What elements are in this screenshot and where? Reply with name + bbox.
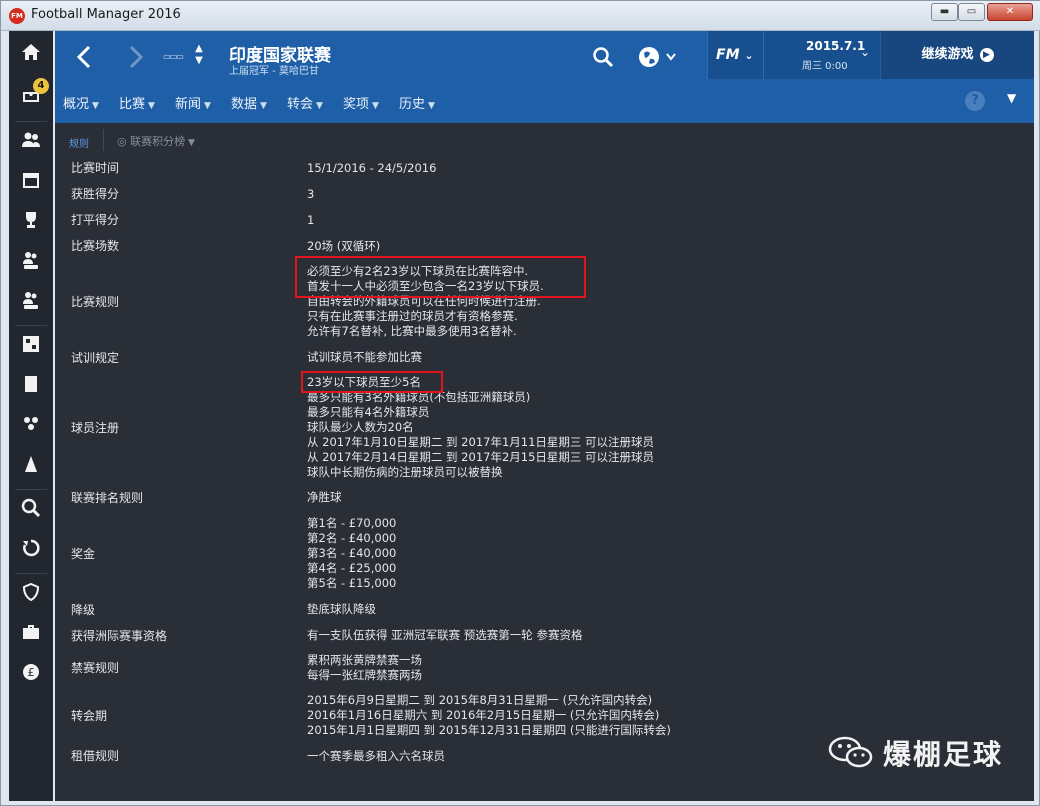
rule-label: 比赛时间: [71, 161, 120, 175]
current-day-time: 周三 0:00: [802, 61, 848, 72]
rule-value: 试训球员不能参加比赛: [307, 350, 422, 364]
globe-icon[interactable]: [637, 43, 681, 71]
rule-value: 3: [307, 187, 315, 201]
chevron-down-icon: ▼: [372, 101, 379, 111]
continue-label: 继续游戏: [921, 47, 974, 62]
rule-label: 降级: [71, 603, 96, 617]
home-icon[interactable]: [9, 33, 53, 71]
sidebar: 4 £: [9, 31, 53, 801]
u18-squad-icon[interactable]: [9, 281, 53, 319]
eye-icon: ◎: [117, 135, 131, 148]
rule-label: 禁赛规则: [71, 661, 120, 675]
menu-stats[interactable]: 数据 ▼: [231, 93, 267, 112]
chevron-down-icon: ▼: [428, 101, 435, 111]
menu-history[interactable]: 历史 ▼: [399, 93, 435, 112]
search-icon[interactable]: [9, 489, 53, 527]
league-switch-icon[interactable]: ▲ ▼: [193, 43, 205, 71]
staff-icon[interactable]: [9, 405, 53, 443]
rule-value: 第1名 - £70,000 第2名 - £40,000 第3名 - £40,00…: [307, 516, 397, 590]
maximize-button[interactable]: ▭: [958, 3, 985, 21]
rule-value: 一个赛季最多租入六名球员: [307, 749, 445, 763]
watermark: 爆棚足球: [827, 729, 1027, 777]
trophy-icon[interactable]: [9, 201, 53, 239]
rule-label: 转会期: [71, 709, 108, 723]
league-logo-icon: ▭▭▭: [163, 52, 184, 61]
chevron-down-icon: ▼: [185, 138, 195, 148]
rule-label: 获胜得分: [71, 187, 120, 201]
title-bar: FM Football Manager 2016 ▬ ▭ ✕: [1, 1, 1040, 31]
rules-panel: 规则 ◎ 联赛积分榜 ▼ 比赛时间 15/1/2016 - 24/5/2016 …: [55, 123, 1034, 801]
rule-label: 打平得分: [71, 213, 120, 227]
rule-label: 奖金: [71, 547, 96, 561]
menu-transfers[interactable]: 转会 ▼: [287, 93, 323, 112]
arrow-right-icon: ▶: [979, 47, 994, 62]
rule-label: 球员注册: [71, 421, 120, 435]
rule-label: 获得洲际赛事资格: [71, 629, 168, 643]
calendar-icon[interactable]: [9, 161, 53, 199]
rule-label: 租借规则: [71, 749, 120, 763]
rule-value: 15/1/2016 - 24/5/2016: [307, 161, 437, 175]
finance-icon[interactable]: £: [9, 653, 53, 691]
rule-value: 垫底球队降级: [307, 602, 376, 616]
page-subtitle[interactable]: 上届冠军 - 莫哈巴甘: [229, 62, 319, 77]
rule-value: 累积两张黄牌禁赛一场 每得一张红牌禁赛两场: [307, 653, 422, 682]
chevron-down-icon: ⌄: [744, 49, 754, 62]
chevron-down-icon: ▼: [260, 101, 267, 111]
chevron-down-icon: ▼: [204, 101, 211, 111]
chevron-down-icon: ⌄: [860, 45, 871, 59]
main-menu: 概况 ▼ 比赛 ▼ 新闻 ▼ 数据 ▼ 转会 ▼ 奖项 ▼ 历史 ▼ ? ▼: [55, 85, 1034, 117]
menu-overview[interactable]: 概况 ▼: [63, 93, 99, 112]
transfer-icon[interactable]: [9, 529, 53, 567]
rule-value: 20场 (双循环): [307, 239, 381, 253]
highlight-box: [295, 256, 586, 298]
briefcase-icon[interactable]: [9, 613, 53, 651]
u21-squad-icon[interactable]: [9, 241, 53, 279]
tab-rules[interactable]: 规则: [69, 135, 89, 150]
window-title: Football Manager 2016: [31, 7, 181, 22]
rule-value: 1: [307, 213, 315, 227]
app-icon: FM: [9, 8, 25, 24]
rule-label: 比赛场数: [71, 239, 120, 253]
back-arrow-icon[interactable]: [73, 43, 97, 71]
menu-news[interactable]: 新闻 ▼: [175, 93, 211, 112]
training-icon[interactable]: [9, 445, 53, 483]
squad-icon[interactable]: [9, 121, 53, 159]
rule-label: 联赛排名规则: [71, 491, 144, 505]
rule-value: 2015年6月9日星期二 到 2015年8月31日星期一 (只允许国内转会) 2…: [307, 693, 671, 737]
search-icon[interactable]: [591, 45, 615, 69]
subtab-divider: [103, 129, 104, 151]
chevron-down-icon: ▼: [92, 101, 99, 111]
app-window: FM Football Manager 2016 ▬ ▭ ✕ 4 £ ▭▭▭ ▲…: [0, 0, 1040, 806]
chevron-down-icon: ▼: [316, 101, 323, 111]
svg-text:£: £: [28, 666, 35, 679]
chevron-down-icon[interactable]: ▼: [1007, 91, 1016, 105]
watermark-text: 爆棚足球: [883, 738, 1004, 771]
date-display[interactable]: 2015.7.1 周三 0:00 ⌄: [763, 31, 880, 79]
rule-label: 试训规定: [71, 351, 120, 365]
rule-value: 有一支队伍获得 亚洲冠军联赛 预选赛第一轮 参赛资格: [307, 628, 583, 642]
tactics-icon[interactable]: [9, 325, 53, 363]
tab-league-table[interactable]: ◎ 联赛积分榜 ▼: [117, 133, 195, 149]
rule-label: 比赛规则: [71, 295, 120, 309]
inbox-badge: 4: [33, 78, 49, 94]
current-date: 2015.7.1: [806, 39, 866, 53]
subtab-bar: 规则 ◎ 联赛积分榜 ▼: [55, 123, 1034, 157]
header: ▭▭▭ ▲ ▼ 印度国家联赛 上届冠军 - 莫哈巴甘 FM ⌄ 2015.7.1 …: [55, 31, 1034, 123]
continue-button[interactable]: 继续游戏 ▶: [881, 31, 1034, 79]
menu-matches[interactable]: 比赛 ▼: [119, 93, 155, 112]
forward-arrow-icon[interactable]: [123, 43, 147, 71]
rule-value: 净胜球: [307, 490, 342, 504]
highlight-box: [301, 371, 443, 393]
chevron-down-icon: ▼: [148, 101, 155, 111]
help-icon[interactable]: ?: [965, 91, 985, 111]
club-shield-icon[interactable]: [9, 573, 53, 611]
close-button[interactable]: ✕: [987, 3, 1033, 21]
scouting-icon[interactable]: [9, 365, 53, 403]
wechat-icon: [828, 736, 873, 768]
minimize-button[interactable]: ▬: [931, 3, 958, 21]
fm-menu-button[interactable]: FM ⌄: [707, 31, 763, 79]
fm-label: FM: [716, 47, 740, 63]
menu-awards[interactable]: 奖项 ▼: [343, 93, 379, 112]
